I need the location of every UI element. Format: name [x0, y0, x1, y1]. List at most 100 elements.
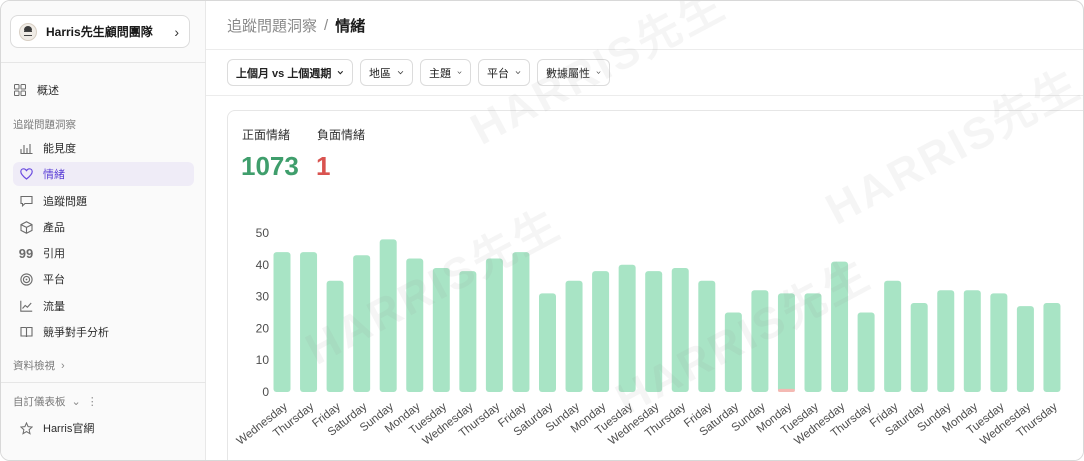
sidebar-item-label: 競爭對手分析 [43, 327, 109, 339]
bar-positive[interactable] [884, 280, 902, 392]
y-tick-label: 0 [262, 385, 269, 399]
bar-positive[interactable] [857, 312, 875, 393]
bar-positive[interactable] [804, 293, 822, 392]
bar-chart-icon [19, 141, 33, 155]
grid-icon [13, 83, 27, 97]
negative-sentiment-value: 1 [316, 151, 331, 181]
sidebar-item-label: 能見度 [43, 143, 76, 155]
bar-positive[interactable] [432, 267, 450, 392]
more-icon[interactable]: ⋮ [87, 395, 98, 408]
y-tick-label: 50 [256, 226, 270, 240]
section-custom-dashboard[interactable]: 自訂儀表板 ⌄ ⋮ [13, 394, 98, 409]
bar-positive[interactable] [963, 290, 981, 392]
bar-positive[interactable] [485, 258, 503, 392]
bar-positive[interactable] [300, 252, 318, 392]
platform-filter[interactable]: 平台 [478, 59, 530, 86]
star-icon [19, 421, 33, 435]
bar-positive[interactable] [353, 255, 371, 392]
sidebar-item-label: Harris官網 [43, 423, 95, 435]
bar-positive[interactable] [273, 252, 291, 392]
bar-positive[interactable] [539, 293, 556, 392]
bar-positive[interactable] [777, 293, 795, 392]
trend-icon [19, 299, 33, 313]
heart-icon [19, 167, 33, 181]
chevron-down-icon [596, 71, 601, 74]
bar-positive[interactable] [379, 239, 397, 392]
sidebar: Harris先生顧問團隊 › 概述 追蹤問題洞察 能見度 情緒 追蹤問題 產品 … [1, 1, 206, 460]
bar-positive[interactable] [592, 271, 610, 392]
period-select-value: 上個月 vs 上個週期 [236, 67, 332, 80]
page-header: 追蹤問題洞察 / 情緒 [206, 1, 1083, 50]
section-label: 自訂儀表板 [13, 396, 66, 408]
section-label: 資料檢視 [13, 360, 55, 372]
org-switcher[interactable]: Harris先生顧問團隊 › [10, 15, 190, 48]
y-tick-label: 40 [256, 258, 270, 272]
org-name: Harris先生顧問團隊 [46, 25, 153, 39]
bar-positive[interactable] [724, 312, 742, 393]
sidebar-item-label: 產品 [43, 222, 65, 234]
sidebar-item-label: 情緒 [43, 169, 65, 181]
data-attribute-filter[interactable]: 數據屬性 [537, 59, 610, 86]
bar-positive[interactable] [618, 264, 636, 392]
target-icon [19, 272, 33, 286]
chevron-down-icon [515, 71, 521, 75]
chevron-down-icon: ⌄ [71, 396, 81, 408]
sidebar-item-citations[interactable]: 99 引用 [13, 241, 194, 265]
bar-positive[interactable] [1016, 306, 1034, 392]
divider [1, 382, 206, 383]
chevron-right-icon: › [174, 23, 179, 40]
topic-filter[interactable]: 主題 [420, 59, 471, 86]
chevron-right-icon: › [61, 359, 65, 372]
box-icon [19, 220, 33, 234]
breadcrumb-parent[interactable]: 追蹤問題洞察 [227, 15, 317, 36]
bar-positive[interactable] [1043, 302, 1061, 392]
bar-positive[interactable] [831, 261, 849, 392]
section-data-view[interactable]: 資料檢視 › [13, 358, 65, 373]
bar-positive[interactable] [937, 290, 955, 392]
bar-positive[interactable] [512, 252, 530, 392]
sidebar-item-label: 概述 [37, 85, 59, 97]
sidebar-item-overview[interactable]: 概述 [11, 79, 195, 101]
negative-sentiment-label: 負面情緒 [317, 128, 366, 142]
positive-sentiment-value: 1073 [241, 151, 299, 181]
data-attribute-filter-label: 數據屬性 [546, 67, 590, 80]
chat-bubble-icon [19, 194, 33, 208]
topic-filter-label: 主題 [429, 67, 451, 80]
book-icon [19, 325, 33, 339]
sidebar-item-products[interactable]: 產品 [13, 215, 194, 239]
bar-positive[interactable] [645, 271, 663, 392]
platform-filter-label: 平台 [487, 67, 509, 80]
page-title: 情緒 [335, 17, 366, 35]
sidebar-item-competitor-analysis[interactable]: 競爭對手分析 [13, 320, 194, 344]
section-title-tracking: 追蹤問題洞察 [13, 119, 76, 131]
avatar [19, 22, 37, 41]
divider [1, 62, 206, 63]
bar-positive[interactable] [990, 293, 1008, 392]
bar-positive[interactable] [751, 290, 769, 392]
bar-positive[interactable] [565, 280, 583, 392]
sentiment-bar-chart: 01020304050WednesdayThursdayFridaySaturd… [235, 226, 1061, 448]
region-filter[interactable]: 地區 [360, 59, 413, 86]
y-tick-label: 10 [256, 353, 270, 367]
bar-positive[interactable] [698, 280, 716, 392]
sidebar-item-sentiment[interactable]: 情緒 [13, 162, 194, 186]
bar-positive[interactable] [910, 302, 928, 392]
sidebar-item-traffic[interactable]: 流量 [13, 294, 194, 318]
sidebar-item-visibility[interactable]: 能見度 [13, 136, 194, 160]
bar-positive[interactable] [406, 258, 424, 392]
sidebar-item-tracked-questions[interactable]: 追蹤問題 [13, 189, 194, 213]
bar-positive[interactable] [671, 267, 689, 392]
chevron-down-icon [457, 71, 462, 74]
quote-icon: 99 [18, 245, 34, 261]
chevron-down-icon [397, 70, 404, 75]
bar-positive[interactable] [326, 280, 344, 392]
bar-positive[interactable] [459, 271, 477, 392]
sidebar-item-platforms[interactable]: 平台 [13, 267, 194, 291]
breadcrumb-separator: / [324, 16, 329, 34]
sidebar-item-label: 追蹤問題 [43, 196, 87, 208]
period-select[interactable]: 上個月 vs 上個週期 [227, 59, 353, 86]
bar-negative[interactable] [777, 388, 795, 392]
sidebar-item-harris-site[interactable]: Harris官網 [13, 416, 194, 440]
sidebar-item-label: 平台 [43, 274, 65, 286]
y-tick-label: 20 [256, 321, 270, 335]
